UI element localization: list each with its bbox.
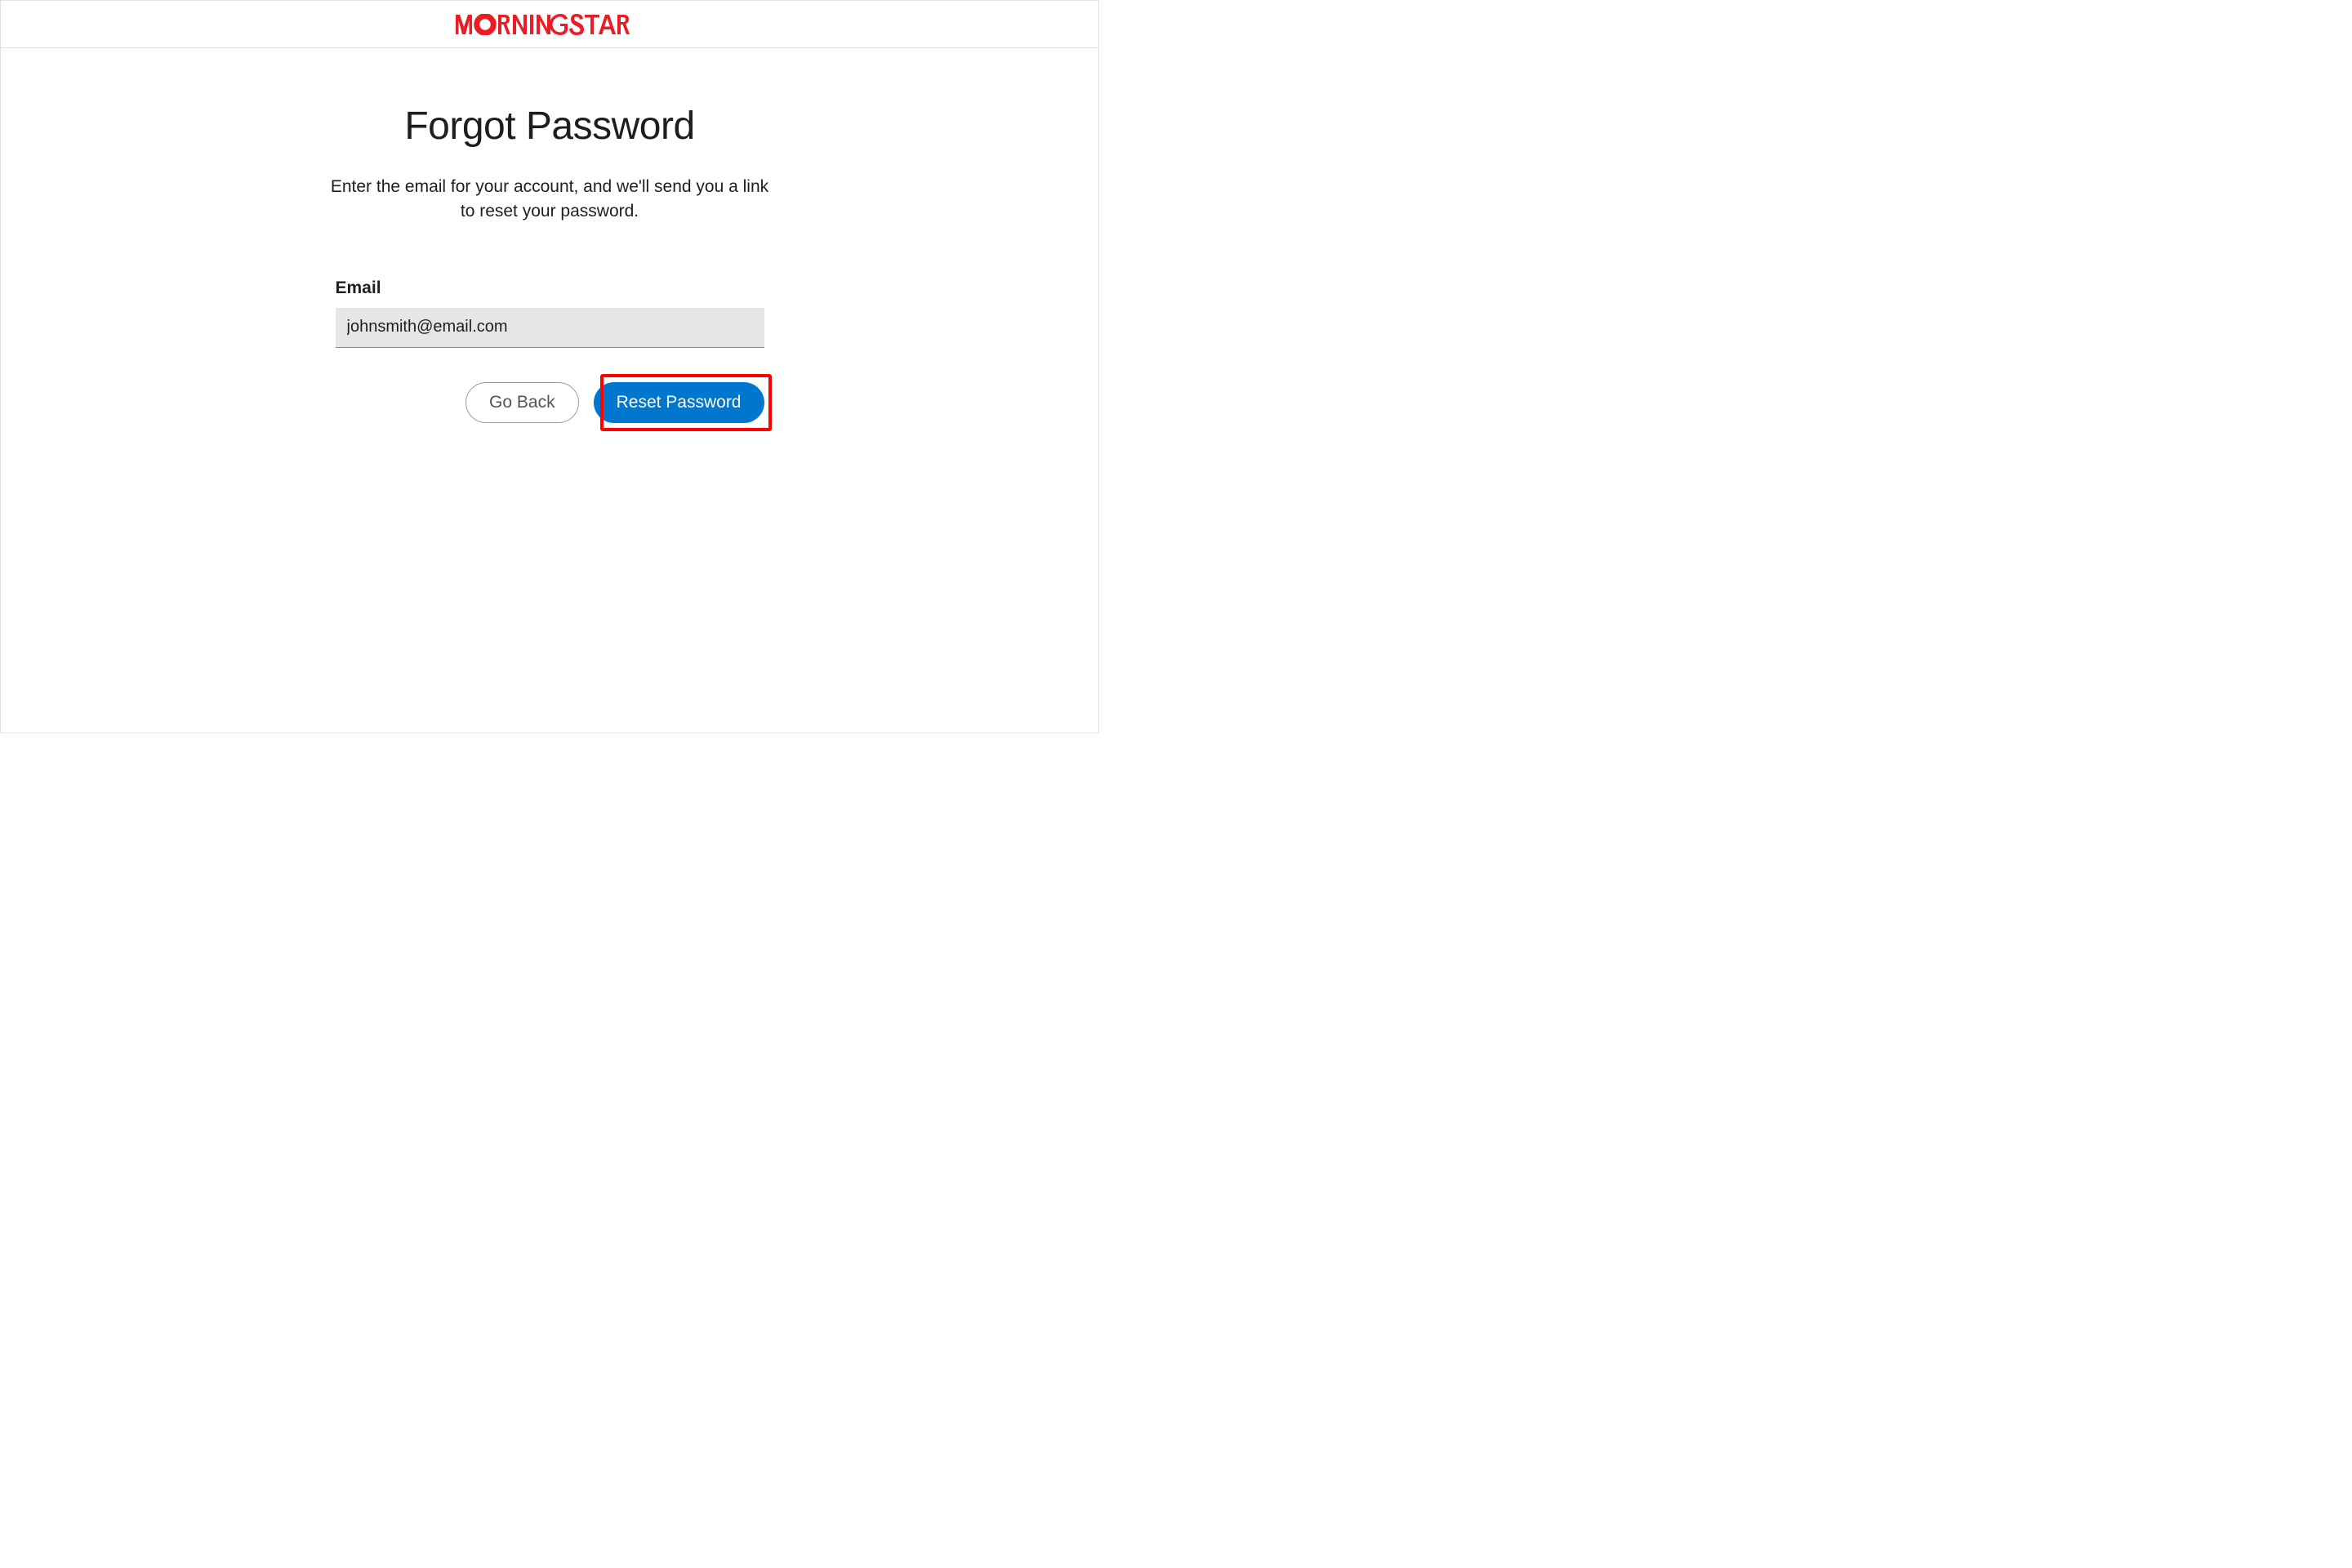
button-row: Go Back Reset Password	[336, 382, 764, 423]
forgot-password-form: Email Go Back Reset Password	[336, 278, 764, 423]
go-back-button[interactable]: Go Back	[466, 382, 579, 423]
main-content: Forgot Password Enter the email for your…	[1, 48, 1098, 423]
page-subtitle: Enter the email for your account, and we…	[329, 175, 770, 225]
morningstar-logo	[456, 14, 644, 35]
page-title: Forgot Password	[404, 104, 694, 149]
header	[1, 1, 1098, 48]
reset-password-button[interactable]: Reset Password	[594, 382, 764, 423]
email-field[interactable]	[336, 308, 764, 348]
email-label: Email	[336, 278, 764, 298]
